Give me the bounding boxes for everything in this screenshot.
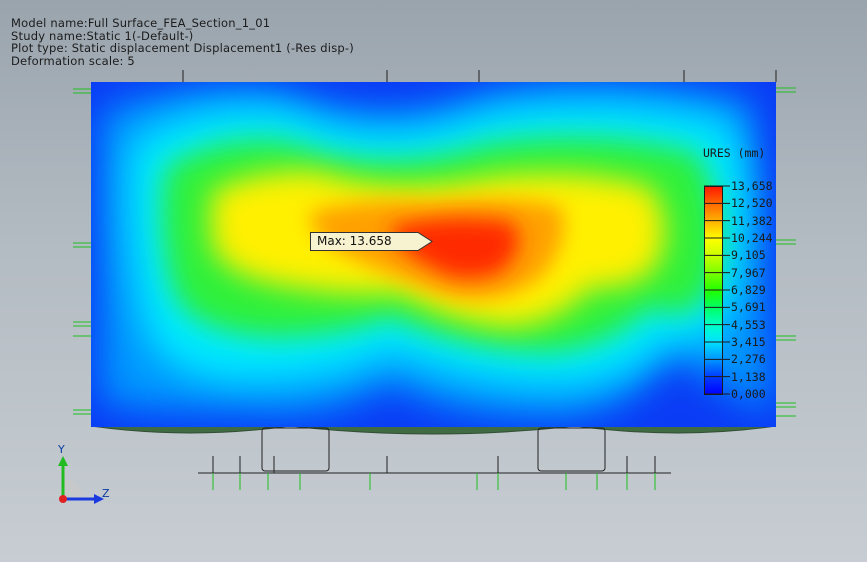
ground-green-ticks xyxy=(212,473,656,490)
support-block-left xyxy=(261,427,330,472)
top-tick-marks xyxy=(182,70,777,82)
legend-label: 0,000 xyxy=(731,387,766,401)
legend-colorbar xyxy=(704,186,723,395)
ground-black-ticks xyxy=(212,456,656,473)
legend-label: 6,829 xyxy=(731,283,766,297)
plate-bottom-edge xyxy=(90,425,777,435)
coordinate-triad-icon[interactable] xyxy=(46,442,116,512)
max-value-text: Max: 13.658 xyxy=(317,234,392,248)
legend-label: 4,553 xyxy=(731,317,766,332)
legend-label: 12,520 xyxy=(731,196,773,211)
legend-label: 2,276 xyxy=(731,352,766,367)
legend-title: URES (mm) xyxy=(703,146,766,160)
legend-label: 9,105 xyxy=(731,248,766,263)
support-block-right xyxy=(537,427,606,472)
legend-label: 11,382 xyxy=(731,213,773,228)
legend-label: 1,138 xyxy=(731,369,766,384)
legend-label: 5,691 xyxy=(731,300,766,315)
legend-label: 13,658 xyxy=(731,179,773,193)
displacement-contour-plot[interactable] xyxy=(91,82,776,427)
axis-z-label: Z xyxy=(102,487,110,500)
legend-label: 7,967 xyxy=(731,265,766,280)
legend-label: 10,244 xyxy=(731,231,773,245)
axis-y-label: Y xyxy=(58,443,65,456)
legend-label: 3,415 xyxy=(731,335,766,349)
max-value-callout[interactable]: Max: 13.658 xyxy=(310,232,433,251)
